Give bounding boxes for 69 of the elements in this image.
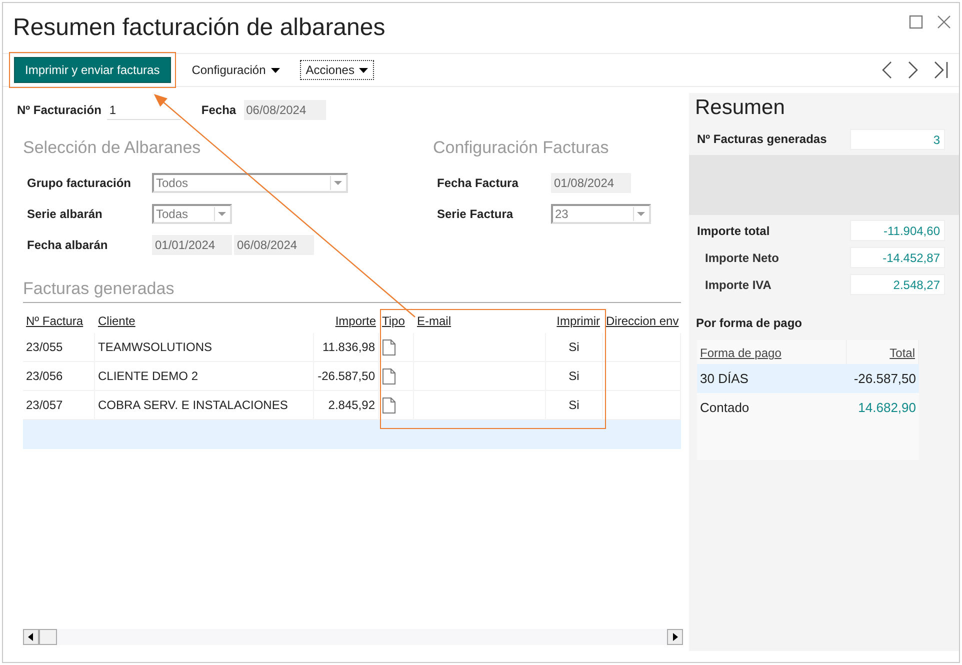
table-cell: TEAMWSOLUTIONS — [95, 333, 314, 362]
column-header[interactable]: Direccion env — [606, 312, 679, 330]
field-label: Nº Facturación — [17, 102, 102, 119]
field-label: Fecha albarán — [27, 236, 109, 254]
value-field: 2.548,27 — [850, 274, 945, 295]
field-label: Serie albarán — [27, 206, 104, 222]
scroll-thumb[interactable] — [39, 629, 57, 645]
date-field: 01/01/2024 — [152, 234, 232, 254]
dropdown-arrow-icon — [218, 212, 226, 216]
field-label: Nº Facturas generadas — [697, 131, 827, 148]
column-header[interactable]: Forma de pago — [700, 344, 782, 362]
field-label: Importe IVA — [705, 276, 772, 294]
table-cell-text: -26.587,50 — [854, 370, 916, 388]
dropdown[interactable]: Todos — [152, 172, 348, 192]
maximize-icon[interactable] — [909, 15, 923, 29]
document-icon — [382, 368, 396, 384]
menu-button[interactable]: Configuración — [186, 60, 286, 80]
dropdown-arrow-icon — [334, 180, 342, 184]
menu-button[interactable]: Acciones — [300, 60, 374, 80]
column-header[interactable]: E-mail — [417, 312, 452, 330]
document-icon — [382, 396, 396, 414]
table-cell-text: 30 DÍAS — [700, 370, 748, 388]
column-header[interactable]: Total — [890, 344, 915, 362]
dropdown[interactable]: Todas — [152, 204, 232, 224]
scroll-left-icon[interactable] — [28, 633, 34, 641]
panel-heading: Resumen — [694, 95, 786, 121]
field-label: Fecha — [201, 102, 236, 119]
close-icon[interactable] — [937, 15, 951, 29]
print-send-button[interactable]: Imprimir y enviar facturas — [14, 57, 171, 83]
date-field: 06/08/2024 — [244, 100, 326, 120]
field-label: Fecha Factura — [437, 174, 520, 192]
column-header[interactable]: Cliente — [98, 312, 136, 330]
value-field: -14.452,87 — [850, 247, 945, 268]
subsection-heading: Por forma de pago — [695, 315, 804, 332]
table-cell: Si — [546, 333, 603, 362]
table-cell-text: 14.682,90 — [858, 398, 916, 417]
column-header[interactable]: Imprimir — [556, 312, 600, 330]
section-heading: Selección de Albaranes — [23, 137, 202, 159]
table-cell: -26.587,50 — [314, 362, 379, 391]
value-field: 3 — [850, 128, 945, 150]
value-field: -11.904,60 — [850, 220, 945, 241]
section-heading: Configuración Facturas — [433, 137, 610, 159]
table-cell: Si — [546, 362, 603, 391]
scroll-right-icon[interactable] — [672, 633, 678, 641]
column-header[interactable]: Importe — [335, 312, 376, 330]
dropdown[interactable]: 23 — [551, 204, 651, 224]
field-label: Serie Factura — [437, 206, 514, 222]
field-label: Importe Neto — [705, 250, 780, 266]
horizontal-scrollbar[interactable] — [23, 629, 683, 645]
previous-icon[interactable] — [881, 61, 893, 79]
table-cell: 11.836,98 — [314, 333, 379, 362]
column-header[interactable]: Tipo — [382, 312, 405, 330]
date-field: 06/08/2024 — [234, 234, 314, 254]
table-cell: 23/056 — [23, 362, 95, 391]
document-icon — [382, 338, 396, 356]
last-icon[interactable] — [933, 61, 949, 79]
table-cell: CLIENTE DEMO 2 — [95, 362, 314, 391]
field-label: Grupo facturación — [27, 174, 132, 192]
caret-icon — [359, 68, 368, 72]
caret-icon — [270, 68, 280, 72]
window-title: Resumen facturación de albaranes — [13, 13, 386, 43]
section-heading: Facturas generadas — [23, 278, 176, 300]
table-cell: 23/055 — [23, 333, 95, 362]
date-field: 01/08/2024 — [551, 172, 631, 192]
next-icon[interactable] — [907, 61, 919, 79]
table-cell-text: Contado — [700, 398, 750, 417]
column-header[interactable]: Nº Factura — [26, 312, 84, 330]
dropdown-arrow-icon — [637, 212, 645, 216]
field-label: Importe total — [697, 222, 770, 240]
